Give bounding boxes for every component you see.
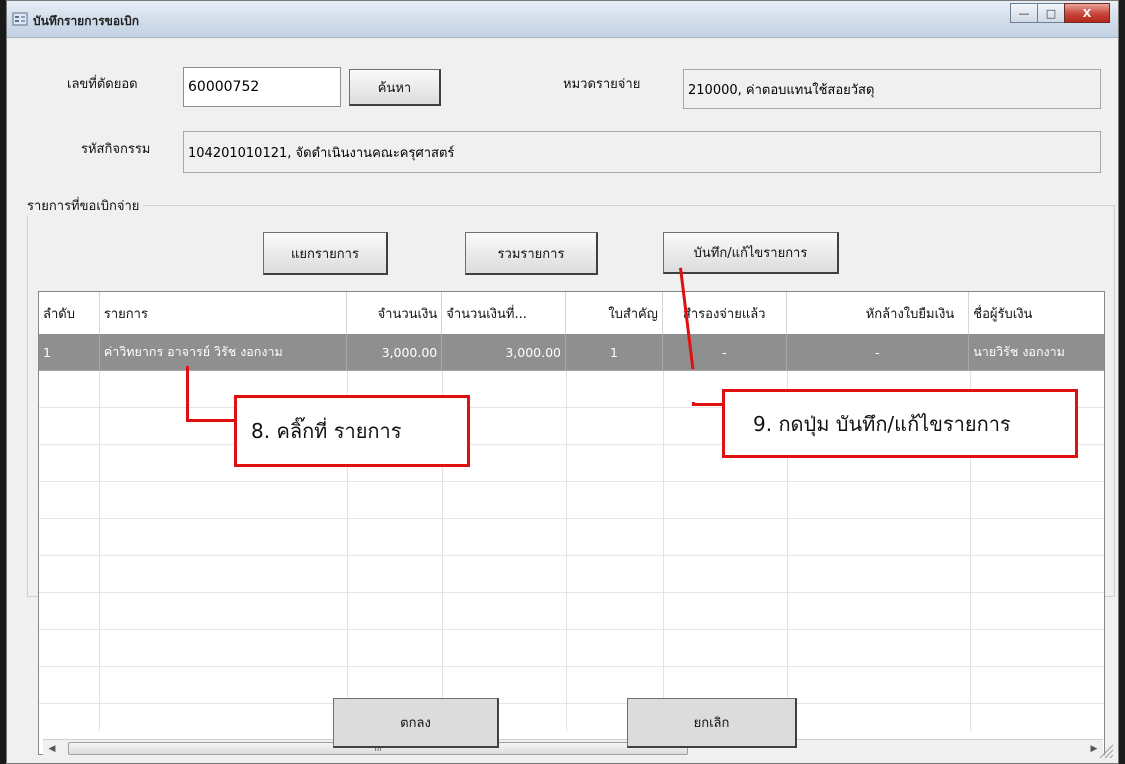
cell-payee: นายวิรัช งอกงาม [969,334,1104,371]
cell-seq: 1 [39,334,100,371]
cell-amount: 3,000.00 [347,334,443,371]
search-button[interactable]: ค้นหา [349,69,441,106]
maximize-button[interactable]: □ [1037,3,1065,23]
ok-button[interactable]: ตกลง [333,698,499,748]
column-header-advance-paid[interactable]: สำรองจ่ายแล้ว [663,292,787,334]
split-items-button[interactable]: แยกรายการ [263,232,388,275]
cutoff-number-input[interactable]: 60000752 [183,67,341,107]
callout-step-8: 8. คลิ๊กที่ รายการ [234,395,470,467]
horizontal-scrollbar[interactable]: ◀ III ▶ [43,739,1103,758]
column-header-payee[interactable]: ชื่อผู้รับเงิน [969,292,1104,334]
cell-voucher: 1 [566,334,663,371]
cancel-button[interactable]: ยกเลิก [627,698,797,748]
window-title: บันทึกรายการขอเบิก [33,14,140,28]
cell-advance-paid: - [662,334,787,371]
maximize-icon: □ [1045,6,1057,20]
expense-category-field: 210000, ค่าตอบแทนใช้สอยวัสดุ [683,69,1101,109]
column-header-amount[interactable]: จำนวนเงิน [347,292,443,334]
form-icon [12,12,28,26]
callout-step-9: 9. กดปุ่ม บันทึก/แก้ไขรายการ [722,389,1078,458]
activity-code-field: 104201010121, จัดดำเนินงานคณะครุศาสตร์ [183,131,1101,173]
table-row[interactable]: 1 ค่าวิทยากร อาจารย์ วิรัช งอกงาม 3,000.… [39,334,1104,371]
callout-8-pointer-h [186,419,238,422]
resize-grip-icon[interactable] [1096,741,1114,759]
callout-9-pointer-h [692,403,724,406]
cell-amount-paid: 3,000.00 [442,334,566,371]
minimize-icon: — [1018,6,1030,20]
column-header-loan-clearance[interactable]: หักล้างใบยืมเงิน [787,292,970,334]
items-groupbox-title: รายการที่ขอเบิกจ่าย [23,195,144,216]
save-edit-item-button[interactable]: บันทึก/แก้ไขรายการ [663,232,839,274]
cutoff-number-label: เลขที่ตัดยอด [67,77,138,92]
items-grid[interactable]: ลำดับ รายการ จำนวนเงิน จำนวนเงินที่... ใ… [38,291,1105,755]
close-button[interactable]: X [1064,3,1110,23]
close-icon: X [1082,6,1092,20]
cell-item[interactable]: ค่าวิทยากร อาจารย์ วิรัช งอกงาม [99,334,348,371]
dialog-window: บันทึกรายการขอเบิก — □ X เลขที่ตัดยอด 60… [6,0,1119,764]
column-header-amount-paid[interactable]: จำนวนเงินที่... [442,292,566,334]
scroll-left-icon[interactable]: ◀ [45,742,59,756]
minimize-button[interactable]: — [1010,3,1038,23]
column-header-seq[interactable]: ลำดับ [39,292,100,334]
title-bar[interactable]: บันทึกรายการขอเบิก — □ X [7,1,1118,38]
callout-8-pointer [186,366,189,422]
merge-items-button[interactable]: รวมรายการ [465,232,598,275]
grid-header: ลำดับ รายการ จำนวนเงิน จำนวนเงินที่... ใ… [39,292,1104,335]
cell-loan-clearance: - [786,334,970,371]
expense-category-label: หมวดรายจ่าย [563,77,641,92]
background-edge-right [1119,0,1125,764]
activity-code-label: รหัสกิจกรรม [81,142,151,157]
column-header-voucher[interactable]: ใบสำคัญ [566,292,663,334]
column-header-item[interactable]: รายการ [100,292,348,334]
